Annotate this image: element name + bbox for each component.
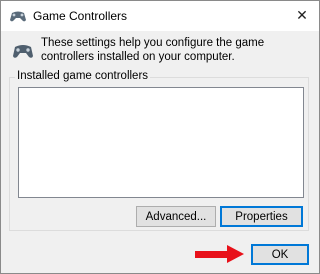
game-controllers-dialog: Game Controllers ✕ These settings help y… bbox=[0, 0, 320, 274]
gamepad-icon bbox=[10, 11, 26, 22]
properties-button[interactable]: Properties bbox=[220, 206, 303, 227]
ok-button[interactable]: OK bbox=[251, 244, 309, 265]
annotation-arrow-icon bbox=[195, 245, 244, 263]
close-button[interactable]: ✕ bbox=[285, 1, 319, 29]
title-bar: Game Controllers ✕ bbox=[1, 1, 319, 31]
group-label: Installed game controllers bbox=[15, 70, 151, 82]
window-title: Game Controllers bbox=[33, 9, 128, 23]
gamepad-icon bbox=[13, 45, 33, 58]
close-icon: ✕ bbox=[296, 6, 308, 23]
info-text: These settings help you configure the ga… bbox=[41, 37, 265, 63]
controllers-list[interactable] bbox=[18, 87, 304, 198]
advanced-button[interactable]: Advanced... bbox=[136, 206, 216, 227]
